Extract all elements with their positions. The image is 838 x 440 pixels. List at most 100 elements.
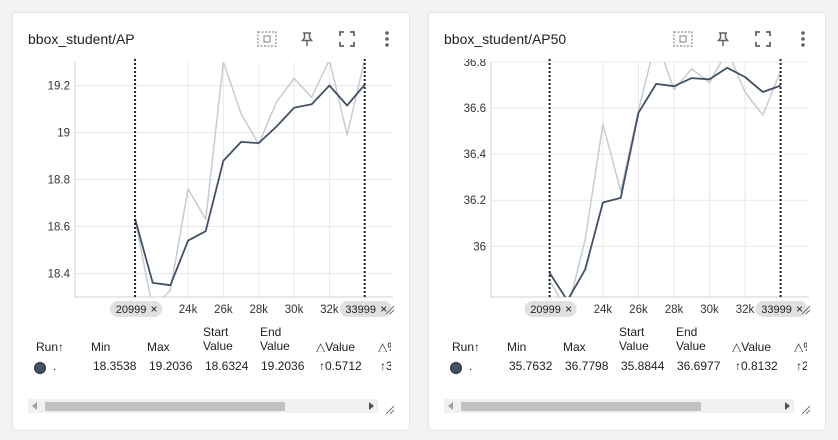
y-tick-label: 36.2 [464,195,486,207]
line-chart-ap50[interactable]: 3636.236.436.636.824k26k28k30k32kk320999… [429,57,826,321]
more-options-button[interactable] [375,27,399,51]
card-title: bbox_student/AP [28,31,135,47]
y-tick-label: 19.2 [48,81,70,93]
chart-card-ap: bbox_student/AP 18.4 18.6 18.8 19 19.2 24k 26k… [12,12,410,431]
raw-series-line [548,62,782,297]
scroll-right-button[interactable] [780,399,794,413]
resize-handle-icon[interactable] [385,305,395,315]
series-group [134,62,366,297]
scroll-left-button[interactable] [28,399,42,413]
line-chart-ap[interactable]: 18.418.618.81919.224k26k28k30k32kk320999… [13,59,410,321]
cell-max: 36.7798 [565,359,609,373]
scroll-thumb[interactable] [461,402,701,411]
scroll-left-button[interactable] [444,399,458,413]
cell-delta-percent: ↑2 [796,359,807,373]
header-min[interactable]: Min [507,340,526,352]
close-icon[interactable]: × [565,302,572,316]
range-chip-end[interactable]: 33999 × [755,301,808,317]
fullscreen-icon [755,31,771,47]
fullscreen-button[interactable] [751,27,775,51]
y-tick-label: 18.8 [48,175,70,187]
resize-handle-icon[interactable] [801,405,811,415]
cell-run: . [469,359,473,373]
header-delta-percent[interactable]: △% [794,340,807,352]
cell-min: 18.3538 [93,359,137,373]
scroll-right-button[interactable] [364,399,378,413]
fit-domain-icon [673,31,693,47]
chart-svg[interactable]: 18.418.618.81919.224k26k28k30k32kk320999… [13,59,410,321]
close-icon[interactable]: × [151,302,158,316]
resize-handle-icon[interactable] [801,305,811,315]
x-tick-label: 32k [736,304,755,316]
cell-start: 35.8844 [621,359,665,373]
fullscreen-button[interactable] [335,27,359,51]
table-row[interactable]: . 35.7632 36.7798 35.8844 36.6977 ↑0.813… [429,357,825,375]
table-header: Run↑ Min Max Start Value End Value △Value … [429,318,825,352]
run-color-swatch [34,362,46,374]
horizontal-scrollbar[interactable] [28,399,378,413]
header-min[interactable]: Min [91,340,110,352]
pin-icon [300,32,314,46]
x-tick-label: 30k [700,304,719,316]
resize-handle-icon[interactable] [385,405,395,415]
fit-domain-button[interactable] [255,27,279,51]
range-chip-start[interactable]: 20999 × [110,301,163,317]
chart-card-ap50: bbox_student/AP50 36 36.2 36.4 36.6 36.8 24k 2… [428,12,826,431]
cell-start: 18.6324 [205,359,249,373]
header-end-value[interactable]: End Value [260,325,290,352]
series-group [548,62,782,297]
header-delta-value[interactable]: △Value [732,340,771,352]
header-max[interactable]: Max [563,340,586,352]
fit-domain-icon [257,31,277,47]
x-tick-label: 28k [665,304,684,316]
x-tick-label: 30k [285,304,304,316]
pin-button[interactable] [295,27,319,51]
y-tick-label: 36 [473,241,486,253]
cell-delta: ↑0.8132 [735,359,778,373]
caret-left-icon [448,402,453,410]
cell-max: 19.2036 [149,359,193,373]
more-vert-icon [801,31,805,47]
scroll-thumb[interactable] [45,402,285,411]
header-end-value[interactable]: End Value [676,325,706,352]
table-row[interactable]: . 18.3538 19.2036 18.6324 19.2036 ↑0.571… [13,357,409,375]
y-tick-label: 36.8 [464,59,486,69]
header-max[interactable]: Max [147,340,170,352]
cell-delta-percent: ↑3 [380,359,391,373]
header-delta-percent[interactable]: △% [378,340,391,352]
caret-left-icon [32,402,37,410]
fit-domain-button[interactable] [671,27,695,51]
pin-button[interactable] [711,27,735,51]
cell-delta: ↑0.5712 [319,359,362,373]
header-start-value[interactable]: Start Value [619,325,649,352]
x-tick-label: 24k [594,304,613,316]
raw-series-line [134,62,365,297]
card-title: bbox_student/AP50 [444,31,567,47]
range-chip-label: 33999 [345,304,376,316]
caret-right-icon [369,402,374,410]
fullscreen-icon [339,31,355,47]
table-header: Run↑ Min Max Start Value End Value △Value … [13,318,409,352]
smoothed-series-line [548,66,781,297]
header-run[interactable]: Run↑ [452,340,480,352]
cell-end: 19.2036 [261,359,305,373]
header-delta-value[interactable]: △Value [316,340,355,352]
chart-svg[interactable]: 3636.236.436.636.824k26k28k30k32kk320999… [429,57,826,321]
horizontal-scrollbar[interactable] [444,399,794,413]
sort-arrow-icon: ↑ [58,340,65,352]
range-chip-end[interactable]: 33999 × [339,301,392,317]
y-tick-label: 18.4 [48,269,71,281]
x-tick-label: 24k [179,304,198,316]
range-chip-label: 20999 [530,304,561,316]
header-start-value[interactable]: Start Value [203,325,233,352]
cell-end: 36.6977 [677,359,721,373]
y-tick-label: 36.6 [464,103,486,115]
header-run[interactable]: Run↑ [36,340,64,352]
sort-arrow-icon: ↑ [474,340,481,352]
more-options-button[interactable] [791,27,815,51]
range-chip-start[interactable]: 20999 × [524,301,577,317]
more-vert-icon [385,31,389,47]
y-tick-label: 19 [57,128,70,140]
y-tick-label: 18.6 [48,222,70,234]
pin-icon [716,32,730,46]
